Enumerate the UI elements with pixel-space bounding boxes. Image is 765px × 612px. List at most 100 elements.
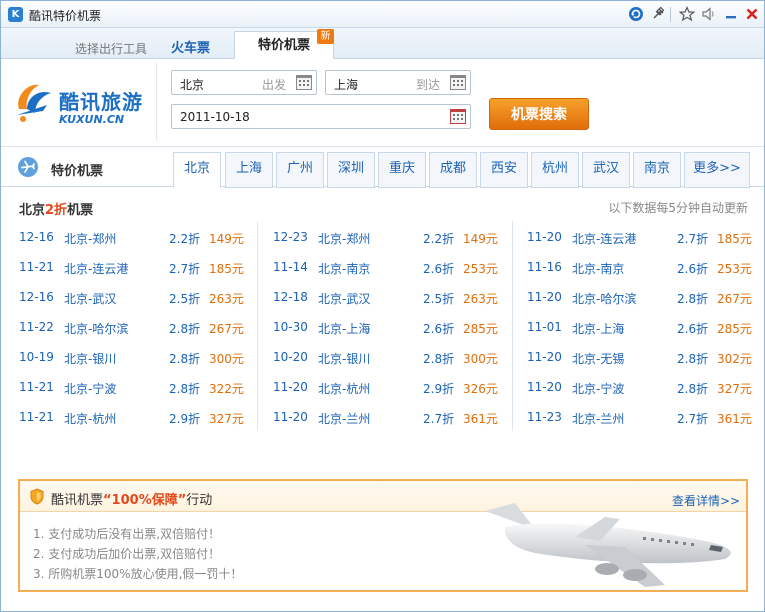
deal-route[interactable]: 北京-南京 <box>318 260 370 277</box>
deal-row[interactable]: 11-21 北京-杭州 2.9折 327元 <box>19 401 259 431</box>
speaker-icon[interactable] <box>700 5 718 23</box>
deal-route[interactable]: 北京-上海 <box>572 320 624 337</box>
deal-row[interactable]: 11-14 北京-南京 2.6折 253元 <box>273 251 513 281</box>
deal-row[interactable]: 11-16 北京-南京 2.6折 253元 <box>527 251 765 281</box>
close-icon[interactable] <box>743 5 761 23</box>
from-city-input[interactable]: 北京 出发 <box>171 70 317 95</box>
deal-route[interactable]: 北京-杭州 <box>318 380 370 397</box>
deal-discount: 2.9折 <box>169 412 201 426</box>
city-tab[interactable]: 成都 <box>429 152 477 188</box>
minimize-icon[interactable] <box>722 5 740 23</box>
deal-row[interactable]: 11-21 北京-连云港 2.7折 185元 <box>19 251 259 281</box>
deal-discount: 2.7折 <box>677 412 709 426</box>
deal-row[interactable]: 11-22 北京-哈尔滨 2.8折 267元 <box>19 311 259 341</box>
deal-row[interactable]: 12-16 北京-郑州 2.2折 149元 <box>19 221 259 251</box>
toolbar-divider <box>670 7 671 22</box>
column-divider <box>512 221 513 431</box>
city-tab[interactable]: 北京 <box>173 152 221 188</box>
deal-row[interactable]: 11-20 北京-宁波 2.8折 327元 <box>527 371 765 401</box>
deal-route[interactable]: 北京-郑州 <box>318 230 370 247</box>
promo-item: 3. 所购机票100%放心使用,假一罚十！ <box>33 567 243 581</box>
deal-row[interactable]: 10-20 北京-银川 2.8折 300元 <box>273 341 513 371</box>
deal-route[interactable]: 北京-兰州 <box>572 410 624 427</box>
deal-route[interactable]: 北京-兰州 <box>318 410 370 427</box>
deal-date: 10-20 <box>273 350 308 364</box>
deal-row[interactable]: 11-20 北京-无锡 2.8折 302元 <box>527 341 765 371</box>
city-tab[interactable]: 南京 <box>633 152 681 188</box>
deal-row[interactable]: 11-01 北京-上海 2.6折 285元 <box>527 311 765 341</box>
deal-route[interactable]: 北京-无锡 <box>572 350 624 367</box>
deal-discount: 2.8折 <box>169 322 201 336</box>
promo-title-suffix: 行动 <box>186 493 213 508</box>
deal-route[interactable]: 北京-上海 <box>318 320 370 337</box>
deal-price: 253元 <box>717 262 752 276</box>
to-city-input[interactable]: 上海 到达 <box>325 70 471 95</box>
date-calendar-icon[interactable] <box>450 109 466 124</box>
deal-route[interactable]: 北京-银川 <box>318 350 370 367</box>
deal-discount: 2.7折 <box>169 262 201 276</box>
deal-route[interactable]: 北京-哈尔滨 <box>572 290 636 307</box>
deal-route[interactable]: 北京-连云港 <box>572 230 636 247</box>
deal-row[interactable]: 10-19 北京-银川 2.8折 300元 <box>19 341 259 371</box>
deal-discount: 2.7折 <box>423 412 455 426</box>
deal-discount: 2.6折 <box>423 262 455 276</box>
deal-route[interactable]: 北京-连云港 <box>64 260 128 277</box>
deal-price: 149元 <box>209 232 244 246</box>
deal-date: 12-18 <box>273 290 308 304</box>
deal-date: 11-20 <box>527 230 562 244</box>
deal-row[interactable]: 12-18 北京-武汉 2.5折 263元 <box>273 281 513 311</box>
to-city-hint: 到达 <box>415 78 440 92</box>
deal-row[interactable]: 11-20 北京-兰州 2.7折 361元 <box>273 401 513 431</box>
from-calendar-icon[interactable] <box>296 75 312 90</box>
deal-discount: 2.5折 <box>423 292 455 306</box>
pin-icon[interactable] <box>649 5 667 23</box>
deals-heading-highlight: 2折 <box>45 203 68 218</box>
refresh-icon[interactable] <box>627 5 645 23</box>
city-tab[interactable]: 广州 <box>276 152 324 188</box>
deals-heading: 北京2折机票 <box>19 199 93 218</box>
deal-price: 185元 <box>717 232 752 246</box>
deal-route[interactable]: 北京-武汉 <box>64 290 116 307</box>
deal-row[interactable]: 11-21 北京-宁波 2.8折 322元 <box>19 371 259 401</box>
deal-row[interactable]: 10-30 北京-上海 2.6折 285元 <box>273 311 513 341</box>
star-icon[interactable] <box>678 5 696 23</box>
city-tab[interactable]: 杭州 <box>531 152 579 188</box>
deal-date: 11-20 <box>527 350 562 364</box>
deal-route[interactable]: 北京-宁波 <box>572 380 624 397</box>
deal-price: 327元 <box>717 382 752 396</box>
deal-row[interactable]: 11-20 北京-杭州 2.9折 326元 <box>273 371 513 401</box>
section-title: 特价机票 <box>51 164 104 179</box>
deal-route[interactable]: 北京-武汉 <box>318 290 370 307</box>
deal-row[interactable]: 11-20 北京-哈尔滨 2.8折 267元 <box>527 281 765 311</box>
to-calendar-icon[interactable] <box>450 75 466 90</box>
deals-column: 11-20 北京-连云港 2.7折 185元 11-16 北京-南京 2.6折 253元 11-… <box>527 221 765 431</box>
deal-discount: 2.5折 <box>169 292 201 306</box>
deal-route[interactable]: 北京-银川 <box>64 350 116 367</box>
city-tab[interactable]: 西安 <box>480 152 528 188</box>
deal-discount: 2.2折 <box>169 232 201 246</box>
deal-row[interactable]: 12-23 北京-郑州 2.2折 149元 <box>273 221 513 251</box>
deal-row[interactable]: 12-16 北京-武汉 2.5折 263元 <box>19 281 259 311</box>
city-tab[interactable]: 更多>> <box>684 152 750 188</box>
deal-row[interactable]: 11-23 北京-兰州 2.7折 361元 <box>527 401 765 431</box>
city-tab[interactable]: 重庆 <box>378 152 426 188</box>
flight-search-button[interactable]: 机票搜索 <box>489 98 589 130</box>
departure-date-value: 2011-10-18 <box>180 110 250 124</box>
deal-route[interactable]: 北京-哈尔滨 <box>64 320 128 337</box>
deal-route[interactable]: 北京-宁波 <box>64 380 116 397</box>
city-tab[interactable]: 武汉 <box>582 152 630 188</box>
deal-route[interactable]: 北京-杭州 <box>64 410 116 427</box>
deal-row[interactable]: 11-20 北京-连云港 2.7折 185元 <box>527 221 765 251</box>
deals-heading-suffix: 机票 <box>67 203 94 218</box>
tab-train-tickets[interactable]: 火车票 <box>171 37 210 56</box>
city-tab[interactable]: 深圳 <box>327 152 375 188</box>
tool-select-label: 选择出行工具 <box>75 42 148 56</box>
city-tab[interactable]: 上海 <box>225 152 273 188</box>
deal-discount: 2.8折 <box>169 352 201 366</box>
deal-price: 263元 <box>463 292 498 306</box>
app-window: K 酷讯特价机票 选择出行工具 火车票 特价机票 新 酷讯旅游 KUXUN.CN… <box>0 0 765 612</box>
deal-date: 12-23 <box>273 230 308 244</box>
deal-route[interactable]: 北京-南京 <box>572 260 624 277</box>
departure-date-input[interactable]: 2011-10-18 <box>171 104 471 129</box>
deal-route[interactable]: 北京-郑州 <box>64 230 116 247</box>
